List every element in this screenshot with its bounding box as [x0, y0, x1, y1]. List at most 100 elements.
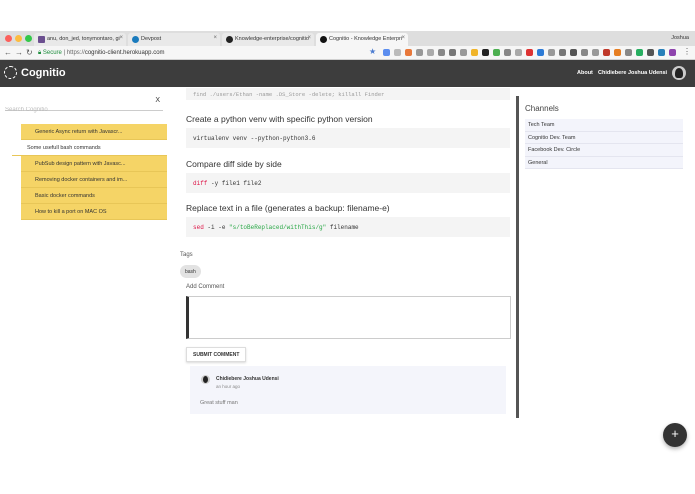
channel-item-cognitio-dev-team[interactable]: Cognitio Dev. Team	[525, 131, 683, 144]
extension-icon[interactable]	[625, 49, 632, 56]
extension-icon[interactable]	[416, 49, 423, 56]
list-item[interactable]: Removing docker containers and im...	[21, 172, 167, 188]
extension-icon[interactable]	[658, 49, 665, 56]
extension-icon[interactable]	[471, 49, 478, 56]
tab-label: Cognitio - Knowledge Enterpri	[329, 36, 403, 42]
url-field[interactable]: 🔒︎ Secure | https://cognitio-client.hero…	[38, 48, 378, 58]
extension-icon[interactable]	[482, 49, 489, 56]
maximize-window-icon[interactable]	[25, 35, 32, 42]
comment-card: Chidiebere Joshua Udensi an hour ago Gre…	[190, 366, 506, 414]
submit-comment-button[interactable]: SUBMIT COMMENT	[186, 347, 247, 362]
secure-label: Secure	[42, 50, 62, 56]
code-block: diff -y file1 file2	[186, 173, 510, 193]
code-block: find ./users/Ethan -name .DS_Store -dele…	[186, 88, 510, 100]
add-comment-label: Add Comment	[186, 284, 225, 290]
close-window-icon[interactable]	[5, 35, 12, 42]
minimize-window-icon[interactable]	[15, 35, 22, 42]
code-keyword: diff	[193, 180, 208, 187]
back-arrow-icon[interactable]: ←	[4, 48, 12, 57]
extension-icon[interactable]	[438, 49, 445, 56]
code-text: filename	[326, 224, 359, 231]
browser-tab[interactable]: Knowledge-enterprise/cognitio ×	[222, 33, 314, 46]
extension-icon[interactable]	[548, 49, 555, 56]
code-block: virtualenv venv --python-python3.6	[186, 128, 510, 148]
extension-icon[interactable]	[614, 49, 621, 56]
extension-icon[interactable]	[669, 49, 676, 56]
extension-icon[interactable]	[427, 49, 434, 56]
extension-icon[interactable]	[504, 49, 511, 56]
section-heading: Compare diff side by side	[186, 159, 282, 169]
browser-tab[interactable]: anu, don_jed, tonymontaro, gi ×	[34, 33, 126, 46]
code-block: sed -i -e "s/toBeReplaced/withThis/g" fi…	[186, 217, 510, 237]
column-divider	[516, 96, 519, 418]
github-favicon-icon	[226, 36, 233, 43]
list-item[interactable]: Generic Async return with Javascr...	[21, 124, 167, 140]
extension-icon[interactable]	[383, 49, 390, 56]
browser-tab-active[interactable]: Cognitio - Knowledge Enterpri ×	[316, 33, 408, 46]
close-tab-icon[interactable]: ×	[213, 35, 217, 41]
extension-icon[interactable]	[581, 49, 588, 56]
avatar[interactable]	[672, 66, 686, 80]
channel-item-facebook-dev-circle[interactable]: Facebook Dev. Circle	[525, 144, 683, 157]
search-input[interactable]	[5, 107, 145, 113]
extension-icon[interactable]	[515, 49, 522, 56]
extension-icon[interactable]	[460, 49, 467, 56]
extension-icon[interactable]	[537, 49, 544, 56]
app-header: Cognitio About Chidiebere Joshua Udensi	[0, 60, 695, 87]
extension-icon[interactable]	[592, 49, 599, 56]
extension-icon[interactable]	[493, 49, 500, 56]
extension-icon[interactable]	[570, 49, 577, 56]
browser-profile-name[interactable]: Joshua	[671, 35, 689, 41]
extension-icon[interactable]	[603, 49, 610, 56]
cognitio-favicon-icon	[320, 36, 327, 43]
extension-icon[interactable]	[526, 49, 533, 56]
kebab-menu-icon[interactable]: ⋮	[683, 47, 691, 56]
list-item[interactable]: PubSub design pattern with Javasc...	[21, 156, 167, 172]
extension-icon[interactable]	[636, 49, 643, 56]
browser-address-bar: ← → ↻ 🔒︎ Secure | https://cognitio-clien…	[0, 46, 695, 60]
reload-icon[interactable]: ↻	[26, 48, 33, 57]
code-text: -y file1 file2	[207, 180, 262, 187]
list-item-active[interactable]: Some usefull bash commands	[12, 140, 167, 156]
lock-icon: 🔒︎	[38, 50, 42, 56]
comment-textarea[interactable]	[186, 296, 511, 339]
browser-tab[interactable]: Devpost ×	[128, 33, 220, 46]
bookmark-star-icon[interactable]: ★	[369, 47, 376, 56]
comment-text: Great stuff man	[200, 400, 238, 406]
section-heading: Create a python venv with specific pytho…	[186, 114, 373, 124]
comment-author: Chidiebere Joshua Udensi	[216, 376, 279, 382]
url-scheme: https://	[66, 50, 85, 56]
tab-label: anu, don_jed, tonymontaro, gi	[47, 36, 120, 42]
code-keyword: sed	[193, 224, 204, 231]
nav-about-link[interactable]: About	[577, 70, 593, 76]
tag-chip[interactable]: bash	[180, 265, 201, 278]
app-logo-text[interactable]: Cognitio	[21, 67, 66, 79]
close-tab-icon[interactable]: ×	[307, 35, 311, 41]
channels-title: Channels	[525, 104, 559, 113]
nav-user-name[interactable]: Chidiebere Joshua Udensi	[598, 70, 667, 76]
extension-icon[interactable]	[647, 49, 654, 56]
post-list: Generic Async return with Javascr... Som…	[12, 124, 167, 220]
list-item[interactable]: How to kill a port on MAC OS	[21, 204, 167, 220]
tags-label: Tags	[180, 252, 193, 258]
add-post-button[interactable]: +	[663, 423, 687, 447]
section-heading: Replace text in a file (generates a back…	[186, 203, 390, 213]
extension-icon[interactable]	[449, 49, 456, 56]
list-item[interactable]: Basic docker commands	[21, 188, 167, 204]
extension-icon[interactable]	[394, 49, 401, 56]
clear-search-icon[interactable]: X	[155, 97, 160, 104]
channel-item-tech-team[interactable]: Tech Team	[525, 119, 683, 132]
tab-label: Knowledge-enterprise/cognitio	[235, 36, 309, 42]
extension-icon[interactable]	[405, 49, 412, 56]
sidebar-search: X	[5, 97, 163, 113]
tab-label: Devpost	[141, 36, 162, 42]
devpost-favicon-icon	[132, 36, 139, 43]
extension-icon[interactable]	[559, 49, 566, 56]
cognitio-logo-icon[interactable]	[4, 66, 17, 79]
close-tab-icon[interactable]: ×	[401, 35, 405, 41]
close-tab-icon[interactable]: ×	[119, 35, 123, 41]
channel-item-general[interactable]: General	[525, 156, 683, 169]
code-string: "s/toBeReplaced/withThis/g"	[229, 224, 327, 231]
avatar	[201, 375, 210, 384]
forward-arrow-icon[interactable]: →	[15, 48, 23, 57]
